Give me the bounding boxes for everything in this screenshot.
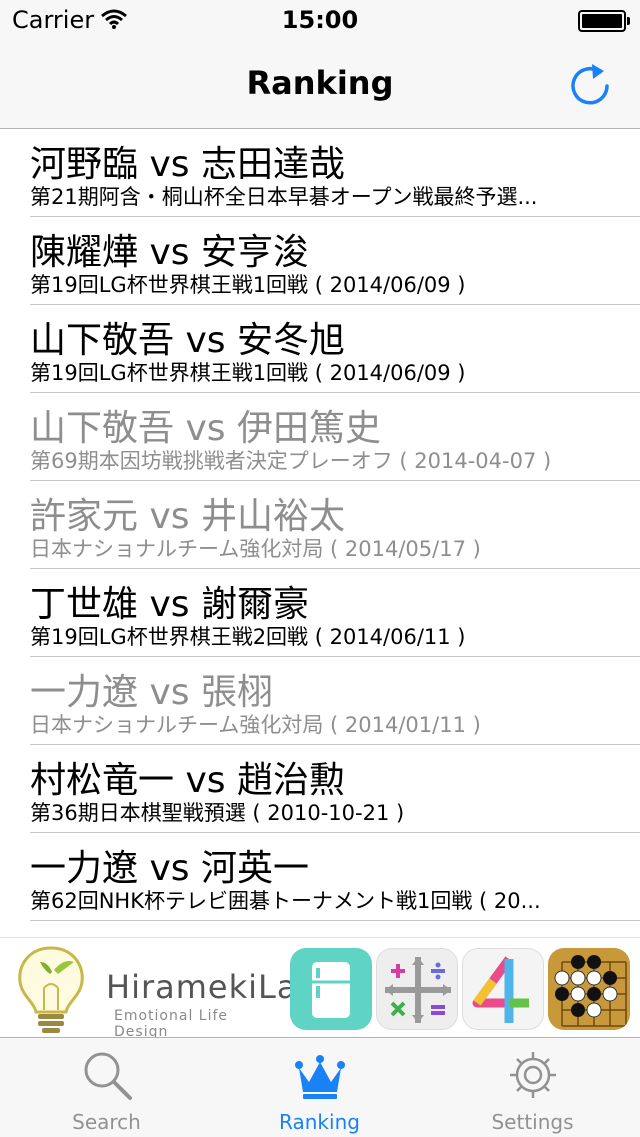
match-title: 丁世雄 vs 謝爾豪: [30, 584, 309, 625]
tab-settings-label: Settings: [491, 1110, 574, 1134]
match-subtitle: 日本ナショナルチーム強化対局 ( 2014/05/17 ): [30, 537, 481, 561]
tab-settings[interactable]: Settings: [426, 1038, 639, 1137]
magnifier-icon: [84, 1052, 132, 1100]
tab-bar: Search Ranking Settings: [0, 1037, 640, 1137]
match-title: 山下敬吾 vs 伊田篤史: [30, 408, 381, 449]
hiramekilab-logo[interactable]: HiramekiLab Emotional Life Design: [14, 944, 318, 1040]
match-title: 一力遼 vs 河英一: [30, 848, 309, 889]
calculator-app-icon[interactable]: [376, 948, 458, 1030]
match-title: 山下敬吾 vs 安冬旭: [30, 320, 345, 361]
tab-search-label: Search: [72, 1110, 141, 1134]
battery-icon: [578, 10, 630, 32]
status-bar: Carrier 15:00: [0, 0, 640, 40]
list-item[interactable]: 村松竜一 vs 趙治勲 第36期日本棋聖戦預選 ( 2010-10-21 ): [30, 745, 640, 833]
list-item[interactable]: 丁世雄 vs 謝爾豪 第19回LG杯世界棋王戦2回戦 ( 2014/06/11 ): [30, 569, 640, 657]
match-title: 許家元 vs 井山裕太: [30, 496, 345, 537]
list-item[interactable]: 一力遼 vs 河英一 第62回NHK杯テレビ囲碁トーナメント戦1回戦 ( 20..…: [30, 833, 640, 921]
match-subtitle: 第19回LG杯世界棋王戦2回戦 ( 2014/06/11 ): [30, 625, 466, 649]
match-subtitle: 第19回LG杯世界棋王戦1回戦 ( 2014/06/09 ): [30, 361, 466, 385]
match-subtitle: 第69期本因坊戦挑戦者決定プレーオフ ( 2014-04-07 ): [30, 449, 552, 473]
tab-search[interactable]: Search: [0, 1038, 213, 1137]
ranking-list[interactable]: 河野臨 vs 志田達哉 第21期阿含・桐山杯全日本早碁オープン戦最終予選... 陳耀…: [0, 129, 640, 937]
list-item[interactable]: 一力遼 vs 張栩 日本ナショナルチーム強化対局 ( 2014/01/11 ): [30, 657, 640, 745]
match-title: 村松竜一 vs 趙治勲: [30, 760, 345, 801]
brand-tagline: Emotional Life Design: [114, 1008, 229, 1040]
list-item[interactable]: 河野臨 vs 志田達哉 第21期阿含・桐山杯全日本早碁オープン戦最終予選...: [30, 129, 640, 217]
page-title: Ranking: [246, 64, 394, 102]
match-subtitle: 第36期日本棋聖戦預選 ( 2010-10-21 ): [30, 801, 405, 825]
tab-ranking-label: Ranking: [279, 1110, 360, 1134]
status-time: 15:00: [281, 6, 359, 34]
match-subtitle: 第62回NHK杯テレビ囲碁トーナメント戦1回戦 ( 20...: [30, 889, 541, 913]
match-title: 陳耀燁 vs 安亨浚: [30, 232, 309, 273]
refresh-icon[interactable]: [566, 60, 614, 108]
gear-icon: [510, 1052, 556, 1098]
navigation-bar: Ranking: [0, 40, 640, 129]
list-item[interactable]: 大橋拓文 vs 柿本直哉: [30, 921, 640, 937]
match-title: 河野臨 vs 志田達哉: [30, 144, 345, 185]
tab-ranking[interactable]: Ranking: [213, 1038, 426, 1137]
list-item[interactable]: 陳耀燁 vs 安亨浚 第19回LG杯世界棋王戦1回戦 ( 2014/06/09 ): [30, 217, 640, 305]
crown-icon: [295, 1055, 345, 1099]
four-app-icon[interactable]: [462, 948, 544, 1030]
match-subtitle: 第19回LG杯世界棋王戦1回戦 ( 2014/06/09 ): [30, 273, 466, 297]
list-item[interactable]: 許家元 vs 井山裕太 日本ナショナルチーム強化対局 ( 2014/05/17 ): [30, 481, 640, 569]
match-title: 一力遼 vs 張栩: [30, 672, 273, 713]
list-item[interactable]: 山下敬吾 vs 安冬旭 第19回LG杯世界棋王戦1回戦 ( 2014/06/09 …: [30, 305, 640, 393]
list-item[interactable]: 山下敬吾 vs 伊田篤史 第69期本因坊戦挑戦者決定プレーオフ ( 2014-04…: [30, 393, 640, 481]
match-title: 大橋拓文 vs 柿本直哉: [30, 927, 381, 937]
match-subtitle: 日本ナショナルチーム強化対局 ( 2014/01/11 ): [30, 713, 481, 737]
brand-name: HiramekiLab: [106, 968, 319, 1006]
lightbulb-icon: [18, 946, 84, 1033]
ad-banner[interactable]: HiramekiLab Emotional Life Design: [0, 937, 640, 1040]
match-subtitle: 第21期阿含・桐山杯全日本早碁オープン戦最終予選...: [30, 185, 538, 209]
fridge-app-icon[interactable]: [290, 948, 372, 1030]
go-board-app-icon[interactable]: [548, 948, 630, 1030]
